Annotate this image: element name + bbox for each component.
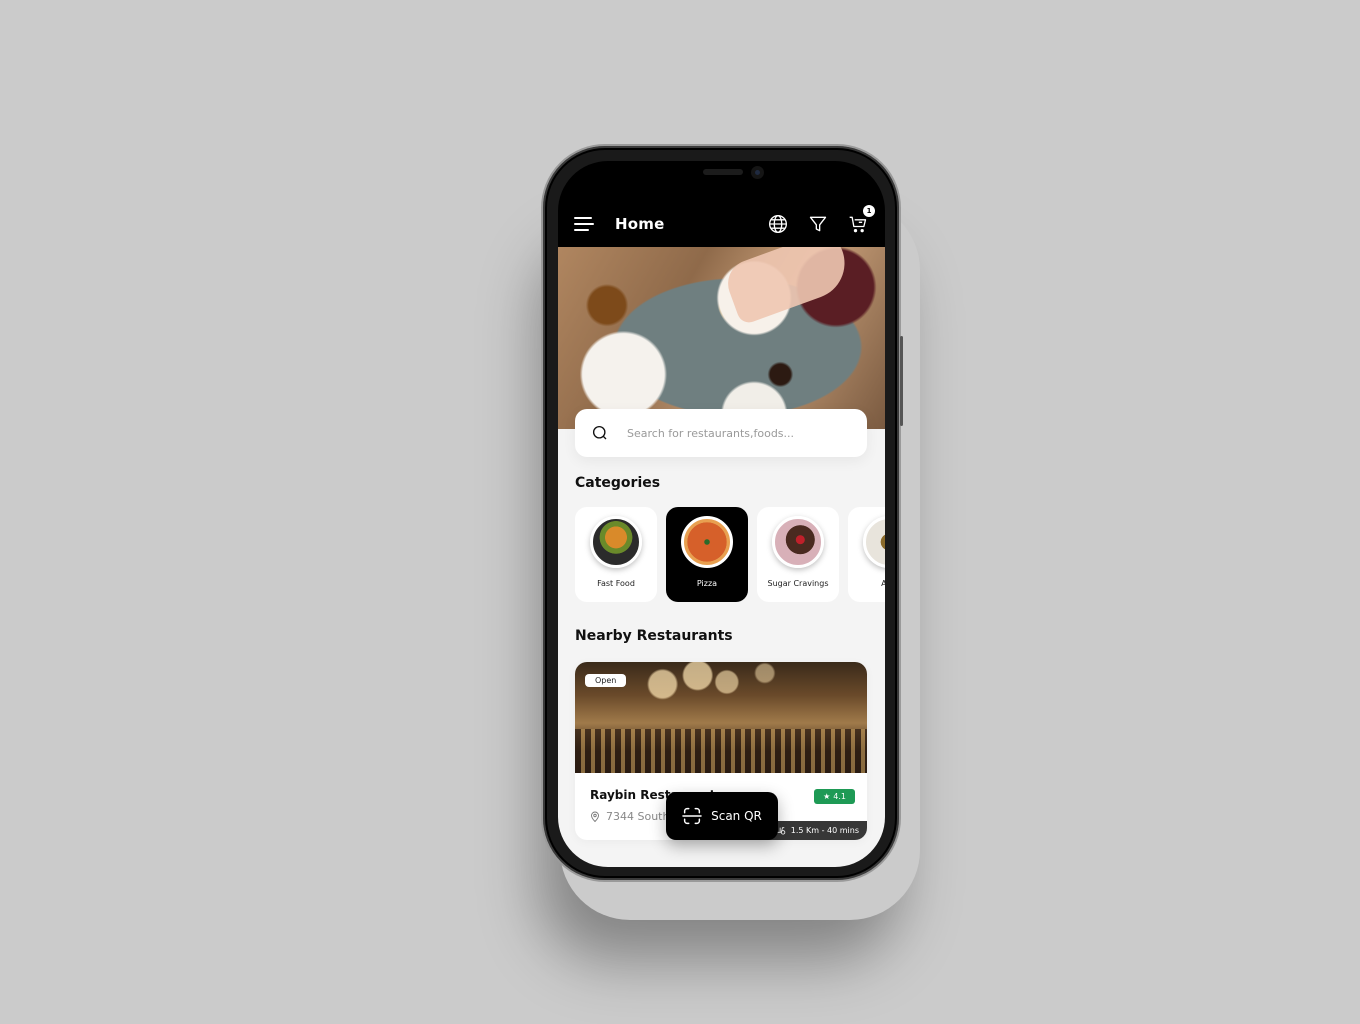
search-placeholder: Search for restaurants,foods... — [627, 426, 795, 440]
category-label: Sugar Cravings — [767, 579, 829, 588]
speaker-grille — [703, 169, 743, 175]
search-input[interactable]: Search for restaurants,foods... — [575, 409, 867, 457]
nearby-restaurants-heading: Nearby Restaurants — [575, 628, 733, 644]
qr-scan-icon — [682, 807, 702, 825]
hero-image-detail — [721, 247, 855, 326]
categories-heading: Categories — [575, 475, 661, 491]
category-label: Pizza — [696, 579, 718, 588]
categories-list: Fast Food Pizza Sugar Cravings App — [575, 507, 885, 603]
pizza-image — [681, 516, 733, 568]
category-sugar-cravings[interactable]: Sugar Cravings — [757, 507, 839, 602]
scan-qr-button[interactable]: Scan QR — [666, 792, 778, 840]
filter-icon[interactable] — [807, 213, 829, 235]
category-label: App — [881, 579, 885, 588]
rating-value: 4.1 — [833, 792, 846, 801]
open-status-badge: Open — [585, 674, 627, 687]
scan-qr-label: Scan QR — [711, 809, 762, 823]
rating-badge: ★ 4.1 — [814, 789, 855, 804]
category-label: Fast Food — [597, 579, 635, 588]
distance-text: 1.5 Km - 40 mins — [790, 825, 859, 835]
appbar-actions: 1 — [767, 205, 875, 235]
fast-food-image — [590, 516, 642, 568]
app-category-image — [863, 516, 885, 568]
category-pizza[interactable]: Pizza — [666, 507, 748, 602]
phone-screen: Home 1 Search for restaurants,foods... C… — [558, 161, 885, 867]
front-camera — [751, 166, 764, 179]
cart-icon[interactable]: 1 — [847, 205, 875, 235]
sugar-cravings-image — [772, 516, 824, 568]
distance-badge: 1.5 Km - 40 mins — [763, 821, 867, 840]
globe-icon[interactable] — [767, 213, 789, 235]
category-fast-food[interactable]: Fast Food — [575, 507, 657, 602]
location-pin-icon — [591, 811, 599, 823]
phone-frame: Home 1 Search for restaurants,foods... C… — [541, 144, 903, 882]
hero-banner-image — [558, 247, 885, 429]
address-text: 7344 South — [606, 810, 670, 823]
home-content: Search for restaurants,foods... Categori… — [558, 247, 885, 867]
restaurant-address: 7344 South — [589, 810, 669, 823]
hamburger-menu-icon[interactable] — [574, 217, 594, 231]
app-bar: Home 1 — [558, 201, 885, 247]
category-app[interactable]: App — [848, 507, 885, 602]
page-title: Home — [615, 215, 665, 233]
search-icon — [592, 425, 607, 440]
power-button — [900, 336, 903, 426]
star-icon: ★ — [823, 792, 831, 801]
cart-badge: 1 — [863, 205, 875, 217]
